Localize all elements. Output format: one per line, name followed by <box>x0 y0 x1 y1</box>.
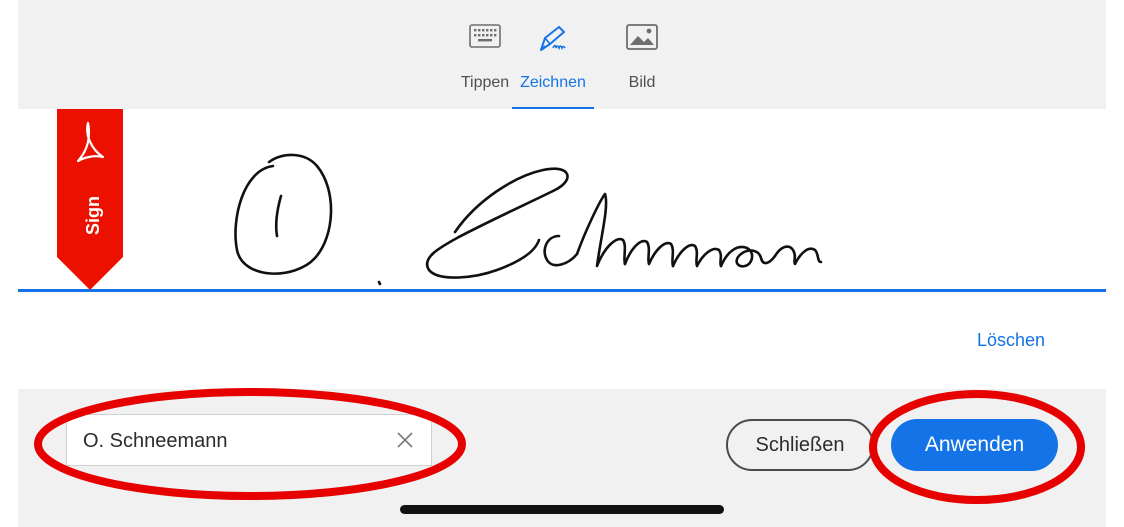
keyboard-icon <box>469 24 501 53</box>
close-button[interactable]: Schließen <box>726 419 874 471</box>
tab-image[interactable]: Bild <box>620 0 664 109</box>
signer-name-input[interactable] <box>81 415 385 467</box>
tab-type[interactable]: Tippen <box>450 0 520 109</box>
clear-input-icon[interactable] <box>393 428 417 452</box>
apply-button[interactable]: Anwenden <box>891 419 1058 471</box>
clear-signature-link[interactable]: Löschen <box>977 330 1045 351</box>
handwritten-signature <box>225 140 825 295</box>
tab-draw-label: Zeichnen <box>520 74 586 91</box>
home-indicator <box>400 505 724 514</box>
tab-type-label: Tippen <box>460 74 510 91</box>
tab-image-label: Bild <box>628 74 656 91</box>
ribbon-label: Sign <box>83 196 103 235</box>
signer-name-field[interactable] <box>66 414 432 467</box>
tab-draw[interactable]: Zeichnen <box>512 0 594 109</box>
pen-draw-icon <box>535 24 571 57</box>
image-icon <box>626 24 658 55</box>
acrobat-sign-ribbon: Sign <box>57 109 123 290</box>
